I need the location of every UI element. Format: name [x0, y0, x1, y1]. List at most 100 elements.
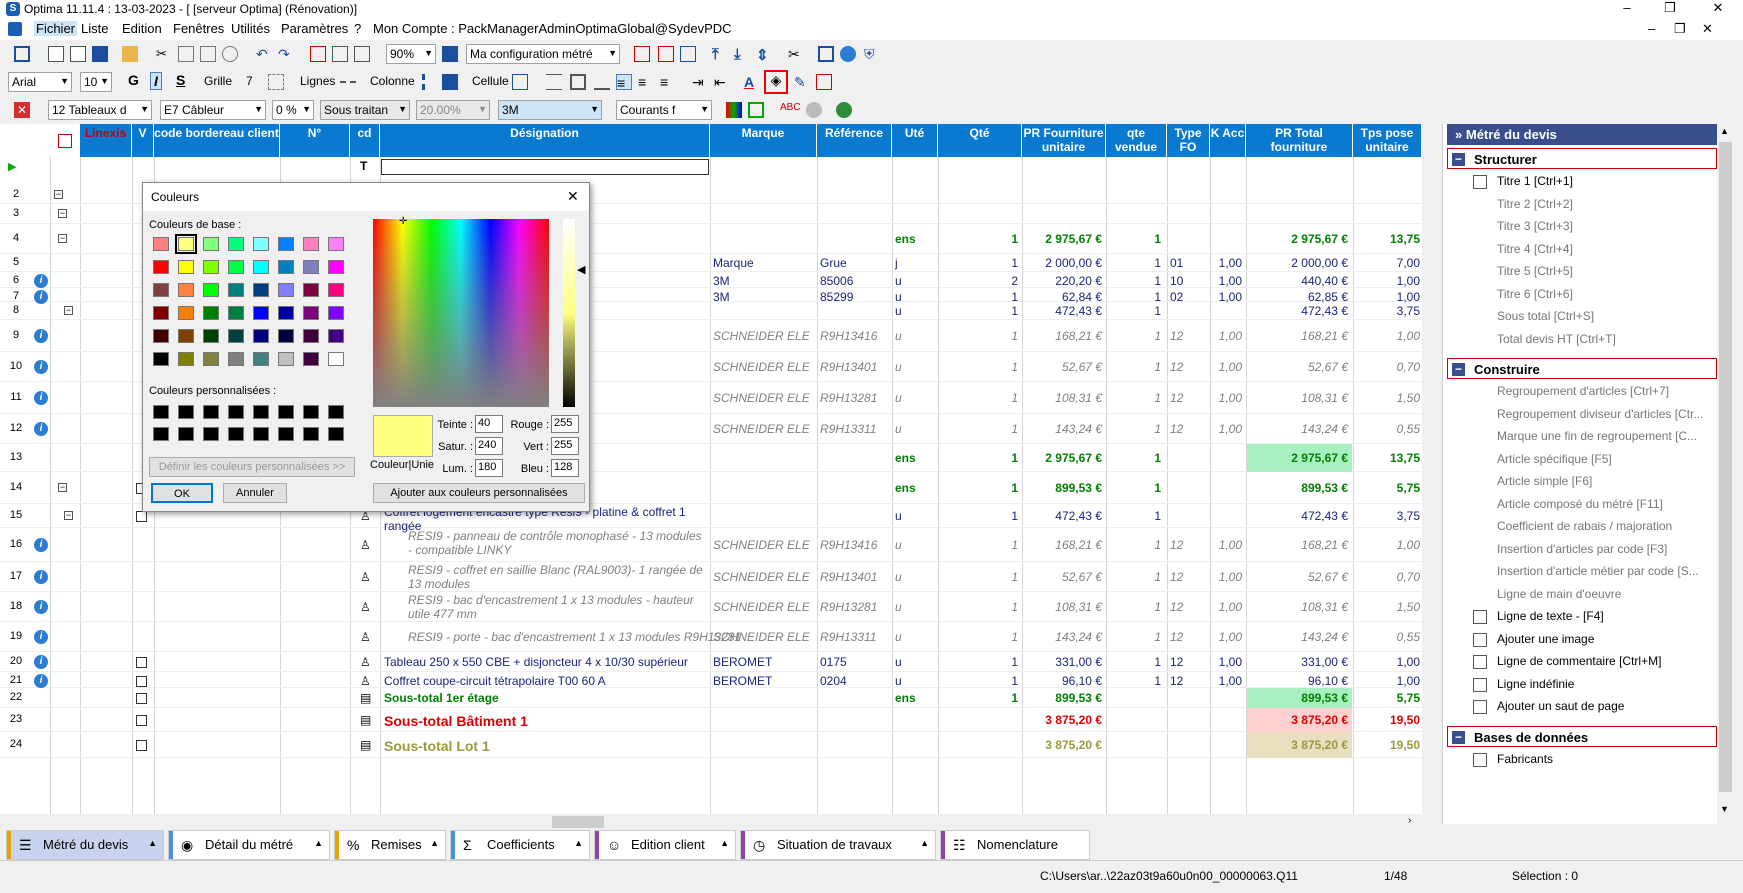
luminance-slider[interactable]: [563, 219, 575, 407]
sync-icon[interactable]: [840, 46, 856, 62]
base-color-swatch[interactable]: [153, 306, 169, 320]
category-select[interactable]: Courants f ▼: [616, 100, 712, 120]
worker-select[interactable]: E7 Câbleur ▼: [160, 100, 266, 120]
row-qte-vendue[interactable]: 1: [1108, 481, 1161, 495]
base-color-swatch[interactable]: [153, 237, 169, 251]
row-reference[interactable]: R9H13416: [820, 538, 877, 552]
custom-color-swatch[interactable]: [303, 427, 319, 441]
lum-field[interactable]: 180: [475, 459, 503, 477]
row-tps-pose[interactable]: 1,00: [1356, 274, 1420, 288]
row-ute[interactable]: u: [895, 655, 902, 669]
base-color-swatch[interactable]: [178, 306, 194, 320]
info-icon[interactable]: i: [34, 360, 48, 374]
rouge-field[interactable]: 255: [551, 415, 579, 433]
row-k-acc[interactable]: 1,00: [1210, 630, 1242, 644]
row-ute[interactable]: u: [895, 329, 902, 343]
row-type-fo[interactable]: 12: [1170, 655, 1183, 669]
row-tps-pose[interactable]: 5,75: [1356, 691, 1420, 705]
custom-color-swatch[interactable]: [228, 427, 244, 441]
collapse-toggle-icon[interactable]: −: [58, 209, 67, 218]
vert-field[interactable]: 255: [551, 437, 579, 455]
row-marque[interactable]: BEROMET: [713, 674, 817, 688]
windows-icon[interactable]: [14, 46, 30, 62]
row-pr-unitaire[interactable]: 2 000,00 €: [1024, 256, 1102, 270]
mdi-close-button[interactable]: ✕: [1702, 21, 1713, 37]
base-color-swatch[interactable]: [203, 237, 219, 251]
table-row[interactable]: 18 i ♙ RESI9 - bac d'encastrement 1 x 13 mo…: [0, 592, 1422, 622]
window2-icon[interactable]: [818, 46, 834, 62]
custom-color-swatch[interactable]: [203, 427, 219, 441]
row-tps-pose[interactable]: 19,50: [1356, 713, 1420, 727]
move-bottom-icon[interactable]: ⤓: [734, 46, 750, 63]
panel-item[interactable]: Titre 6 [Ctrl+6]: [1497, 287, 1573, 301]
zoom-select[interactable]: 90% ▼: [386, 44, 436, 64]
base-color-swatch[interactable]: [328, 352, 344, 366]
italic-button[interactable]: I: [150, 72, 162, 90]
row-ute[interactable]: j: [895, 256, 898, 270]
row-designation[interactable]: Sous-total 1er étage: [384, 691, 499, 705]
base-color-swatch[interactable]: [303, 306, 319, 320]
panel-header[interactable]: » Métré du devis: [1447, 124, 1717, 145]
row-qte[interactable]: 1: [940, 451, 1018, 465]
base-color-swatch[interactable]: [178, 260, 194, 274]
font-color-icon[interactable]: A: [744, 74, 760, 90]
row-checkbox[interactable]: [136, 693, 147, 704]
col-cd[interactable]: cd: [350, 124, 380, 157]
tab-menu-icon[interactable]: ▲: [148, 829, 157, 857]
panel-item[interactable]: Titre 2 [Ctrl+2]: [1497, 197, 1573, 211]
row-qte-vendue[interactable]: 1: [1108, 304, 1161, 318]
row-pr-unitaire[interactable]: 899,53 €: [1024, 691, 1102, 705]
grid-icon[interactable]: [680, 46, 696, 62]
save-config-icon[interactable]: [442, 46, 458, 62]
base-color-swatch[interactable]: [253, 329, 269, 343]
custom-color-swatch[interactable]: [203, 405, 219, 419]
info-icon[interactable]: i: [34, 538, 48, 552]
base-color-swatch[interactable]: [178, 352, 194, 366]
align-left-icon[interactable]: ≡: [616, 74, 632, 91]
row-pr-unitaire[interactable]: 2 975,67 €: [1024, 232, 1102, 246]
row-tps-pose[interactable]: 1,00: [1356, 538, 1420, 552]
line-style-icon[interactable]: [340, 81, 356, 83]
settings-icon[interactable]: [806, 102, 822, 118]
print-icon[interactable]: [332, 46, 348, 62]
row-reference[interactable]: R9H13401: [820, 570, 877, 584]
row-reference[interactable]: 0204: [820, 674, 847, 688]
collapse-toggle-icon[interactable]: −: [64, 511, 73, 520]
row-pr-unitaire[interactable]: 331,00 €: [1024, 655, 1102, 669]
row-k-acc[interactable]: 1,00: [1210, 600, 1242, 614]
row-marque[interactable]: SCHNEIDER ELE: [713, 538, 817, 552]
base-color-swatch[interactable]: [303, 237, 319, 251]
row-type-fo[interactable]: 12: [1170, 360, 1183, 374]
redo-icon[interactable]: ↷: [278, 46, 294, 62]
panel-item[interactable]: Coefficient de rabais / majoration: [1497, 519, 1672, 533]
base-color-swatch[interactable]: [153, 283, 169, 297]
row-ute[interactable]: u: [895, 391, 902, 405]
row-pr-total[interactable]: 143,24 €: [1248, 630, 1348, 644]
base-color-swatch[interactable]: [228, 352, 244, 366]
info-icon[interactable]: i: [34, 329, 48, 343]
row-marque[interactable]: 3M: [713, 274, 817, 288]
row-ute[interactable]: u: [895, 304, 902, 318]
row-type-fo[interactable]: 12: [1170, 600, 1183, 614]
row-designation[interactable]: RESI9 - coffret en saillie Blanc (RAL900…: [408, 563, 706, 591]
tab-0[interactable]: ☰ Métré du devis ▲: [6, 830, 164, 860]
col-v[interactable]: V: [132, 124, 154, 157]
row-qte-vendue[interactable]: 1: [1108, 451, 1161, 465]
row-pr-total[interactable]: 108,31 €: [1248, 600, 1348, 614]
panel-item[interactable]: Regroupement diviseur d'articles [Ctr...: [1497, 407, 1703, 421]
info-icon[interactable]: i: [34, 600, 48, 614]
custom-color-swatch[interactable]: [328, 427, 344, 441]
row-marque[interactable]: SCHNEIDER ELE: [713, 391, 817, 405]
custom-color-swatch[interactable]: [328, 405, 344, 419]
add-custom-color-button[interactable]: Ajouter aux couleurs personnalisées: [373, 483, 585, 503]
font-size-select[interactable]: 10 ▼: [80, 72, 112, 92]
save-icon[interactable]: [92, 46, 108, 62]
row-pr-unitaire[interactable]: 108,31 €: [1024, 391, 1102, 405]
row-pr-total[interactable]: 472,43 €: [1248, 509, 1348, 523]
tab-4[interactable]: ☺ Edition client ▲: [594, 830, 736, 860]
base-color-swatch[interactable]: [203, 306, 219, 320]
row-qte-vendue[interactable]: 1: [1108, 274, 1161, 288]
row-tps-pose[interactable]: 13,75: [1356, 232, 1420, 246]
row-ute[interactable]: ens: [895, 481, 916, 495]
grid-corner-icon[interactable]: [50, 124, 80, 157]
